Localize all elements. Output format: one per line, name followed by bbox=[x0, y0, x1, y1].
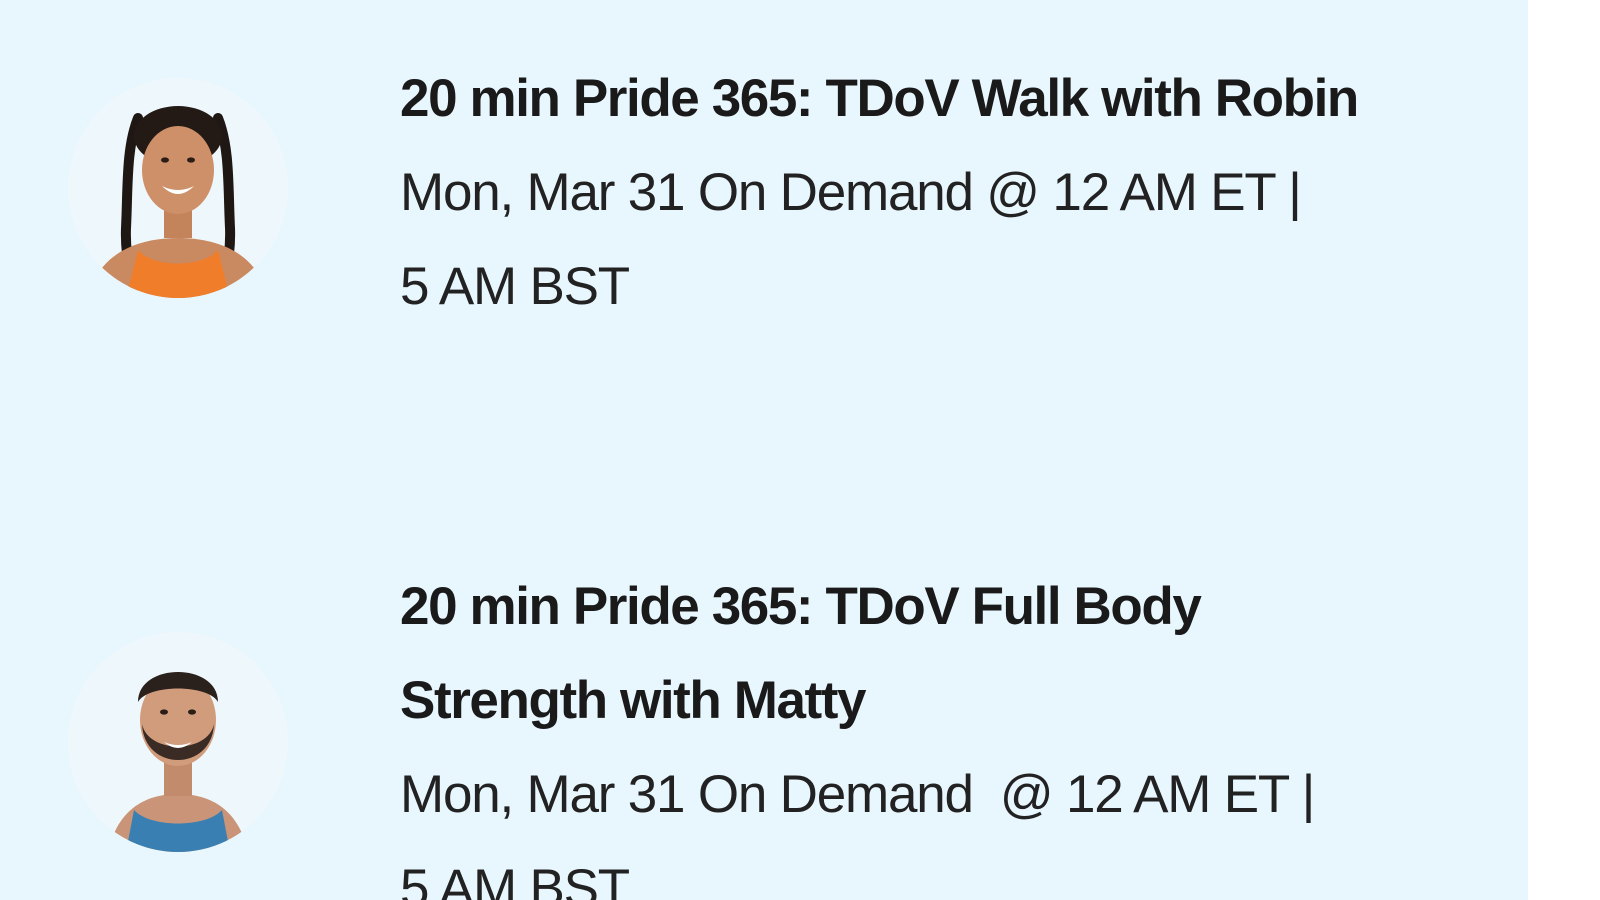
class-schedule: Mon, Mar 31 On Demand @ 12 AM ET | 5 AM … bbox=[400, 748, 1500, 900]
page-edge bbox=[1528, 0, 1600, 900]
class-schedule: Mon, Mar 31 On Demand @ 12 AM ET | 5 AM … bbox=[400, 146, 1500, 334]
class-title[interactable]: 20 min Pride 365: TDoV Walk with Robin bbox=[400, 52, 1500, 146]
instructor-matty-photo-icon bbox=[68, 632, 288, 852]
class-schedule-list: 20 min Pride 365: TDoV Walk with Robin M… bbox=[0, 0, 1528, 900]
class-item[interactable]: 20 min Pride 365: TDoV Walk with Robin M… bbox=[0, 0, 1528, 420]
class-title[interactable]: 20 min Pride 365: TDoV Full Body Strengt… bbox=[400, 560, 1500, 748]
class-details: 20 min Pride 365: TDoV Walk with Robin M… bbox=[400, 52, 1500, 334]
class-details: 20 min Pride 365: TDoV Full Body Strengt… bbox=[400, 560, 1500, 900]
schedule-line: 5 AM BST bbox=[400, 859, 630, 900]
instructor-avatar bbox=[68, 78, 288, 298]
class-title-line: 20 min Pride 365: TDoV Full Body bbox=[400, 577, 1202, 636]
schedule-line: Mon, Mar 31 On Demand @ 12 AM ET | bbox=[400, 163, 1302, 222]
instructor-avatar bbox=[68, 632, 288, 852]
schedule-line: Mon, Mar 31 On Demand @ 12 AM ET | bbox=[400, 765, 1315, 824]
class-title-line: Strength with Matty bbox=[400, 671, 867, 730]
schedule-line: 5 AM BST bbox=[400, 257, 630, 316]
instructor-robin-photo-icon bbox=[68, 78, 288, 298]
class-item[interactable]: 20 min Pride 365: TDoV Full Body Strengt… bbox=[0, 500, 1528, 900]
